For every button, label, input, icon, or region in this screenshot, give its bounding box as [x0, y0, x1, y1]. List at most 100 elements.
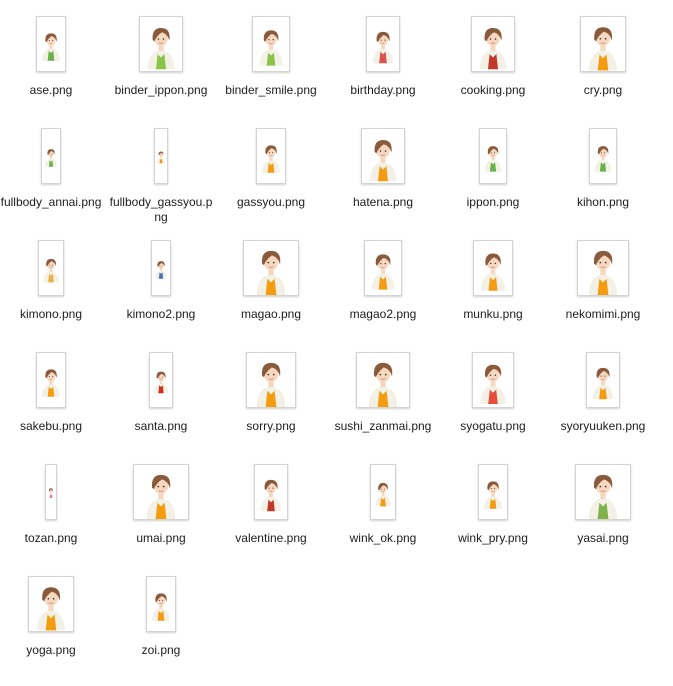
file-item[interactable]: gassyou.png	[215, 126, 327, 238]
woman-praying-icon[interactable]	[256, 128, 286, 184]
woman-kimono-gold-icon[interactable]	[38, 240, 64, 296]
file-item[interactable]: wink_ok.png	[327, 462, 439, 574]
file-item[interactable]: birthday.png	[327, 14, 439, 126]
file-name-label[interactable]: wink_ok.png	[331, 531, 435, 546]
woman-fullbody-praying-icon[interactable]	[154, 128, 168, 184]
file-name-label[interactable]: magao.png	[219, 307, 323, 322]
woman-santa-icon[interactable]	[149, 352, 173, 408]
file-item[interactable]: magao.png	[215, 238, 327, 350]
file-item[interactable]: munku.png	[437, 238, 549, 350]
woman-wink-pray-icon[interactable]	[478, 464, 508, 520]
woman-delicious-icon[interactable]	[133, 464, 189, 520]
thumbnail-container	[0, 126, 107, 186]
file-name-label[interactable]: magao2.png	[331, 307, 435, 322]
file-name-label[interactable]: hatena.png	[331, 195, 435, 210]
file-item[interactable]: hatena.png	[327, 126, 439, 238]
file-item[interactable]: sakebu.png	[0, 350, 107, 462]
file-name-label[interactable]: sakebu.png	[0, 419, 103, 434]
file-item[interactable]: kimono2.png	[105, 238, 217, 350]
file-name-label[interactable]: fullbody_gassyou.png	[109, 195, 213, 225]
file-item[interactable]: yoga.png	[0, 574, 107, 686]
file-item[interactable]: wink_pry.png	[437, 462, 549, 574]
file-name-label[interactable]: ippon.png	[441, 195, 545, 210]
file-name-label[interactable]: cooking.png	[441, 83, 545, 98]
file-item[interactable]: cooking.png	[437, 14, 549, 126]
file-name-label[interactable]: kihon.png	[551, 195, 655, 210]
file-item[interactable]: valentine.png	[215, 462, 327, 574]
file-name-label[interactable]: binder_ippon.png	[109, 83, 213, 98]
woman-basic-icon[interactable]	[589, 128, 617, 184]
woman-binder-pointing-icon[interactable]	[139, 16, 183, 72]
file-name-label[interactable]: yoga.png	[0, 643, 103, 658]
woman-shouting-icon[interactable]	[36, 352, 66, 408]
thumbnail-container	[547, 238, 659, 298]
file-name-label[interactable]: fullbody_annai.png	[0, 195, 103, 210]
woman-fullbody-guide-icon[interactable]	[41, 128, 61, 184]
woman-binder-smile-icon[interactable]	[252, 16, 290, 72]
file-item[interactable]: zoi.png	[105, 574, 217, 686]
file-item[interactable]: kihon.png	[547, 126, 659, 238]
woman-complaining-icon[interactable]	[473, 240, 513, 296]
woman-cooking-pot-icon[interactable]	[471, 16, 515, 72]
file-name-label[interactable]: gassyou.png	[219, 195, 323, 210]
file-item[interactable]: nekomimi.png	[547, 238, 659, 350]
file-item[interactable]: binder_ippon.png	[105, 14, 217, 126]
file-item[interactable]: santa.png	[105, 350, 217, 462]
woman-portrait-green-icon[interactable]	[36, 16, 66, 72]
file-name-label[interactable]: syoryuuken.png	[551, 419, 655, 434]
woman-new-year-icon[interactable]	[472, 352, 514, 408]
file-name-label[interactable]: santa.png	[109, 419, 213, 434]
woman-arms-wide-icon[interactable]	[356, 352, 410, 408]
file-name-label[interactable]: sorry.png	[219, 419, 323, 434]
file-name-label[interactable]: munku.png	[441, 307, 545, 322]
thumbnail-container	[0, 462, 107, 522]
file-name-label[interactable]: birthday.png	[331, 83, 435, 98]
file-name-label[interactable]: syogatu.png	[441, 419, 545, 434]
woman-vegetables-icon[interactable]	[575, 464, 631, 520]
woman-straight-face-2-icon[interactable]	[364, 240, 402, 296]
file-item[interactable]: ase.png	[0, 14, 107, 126]
file-item[interactable]: binder_smile.png	[215, 14, 327, 126]
woman-hiking-icon[interactable]	[45, 464, 57, 520]
file-name-label[interactable]: umai.png	[109, 531, 213, 546]
file-item[interactable]: umai.png	[105, 462, 217, 574]
file-item[interactable]: kimono.png	[0, 238, 107, 350]
file-name-label[interactable]: sushi_zanmai.png	[331, 419, 435, 434]
woman-cat-ears-icon[interactable]	[577, 240, 629, 296]
file-name-label[interactable]: zoi.png	[109, 643, 213, 658]
file-item[interactable]: syogatu.png	[437, 350, 549, 462]
file-name-label[interactable]: kimono.png	[0, 307, 103, 322]
file-name-label[interactable]: valentine.png	[219, 531, 323, 546]
woman-sorry-icon[interactable]	[246, 352, 296, 408]
file-name-label[interactable]: cry.png	[551, 83, 655, 98]
file-item[interactable]: cry.png	[547, 14, 659, 126]
woman-crying-icon[interactable]	[580, 16, 626, 72]
file-name-label[interactable]: kimono2.png	[109, 307, 213, 322]
file-name-label[interactable]: nekomimi.png	[551, 307, 655, 322]
file-name-label[interactable]: ase.png	[0, 83, 103, 98]
file-name-label[interactable]: wink_pry.png	[441, 531, 545, 546]
file-item[interactable]: fullbody_annai.png	[0, 126, 107, 238]
file-item[interactable]: ippon.png	[437, 126, 549, 238]
thumbnail-container	[437, 14, 549, 74]
file-item[interactable]: syoryuuken.png	[547, 350, 659, 462]
file-item[interactable]: sorry.png	[215, 350, 327, 462]
woman-question-icon[interactable]	[361, 128, 405, 184]
woman-valentine-icon[interactable]	[254, 464, 288, 520]
file-name-label[interactable]: yasai.png	[551, 531, 655, 546]
woman-uppercut-icon[interactable]	[586, 352, 620, 408]
woman-wink-ok-icon[interactable]	[370, 464, 396, 520]
woman-finger-up-icon[interactable]	[479, 128, 507, 184]
woman-straight-face-icon[interactable]	[243, 240, 299, 296]
file-item[interactable]: magao2.png	[327, 238, 439, 350]
woman-kimono-blue-icon[interactable]	[151, 240, 171, 296]
woman-birthday-cake-icon[interactable]	[366, 16, 400, 72]
woman-fist-icon[interactable]	[146, 576, 176, 632]
file-item[interactable]: tozan.png	[0, 462, 107, 574]
file-item[interactable]: fullbody_gassyou.png	[105, 126, 217, 238]
file-item[interactable]: sushi_zanmai.png	[327, 350, 439, 462]
woman-yoga-icon[interactable]	[28, 576, 74, 632]
file-name-label[interactable]: binder_smile.png	[219, 83, 323, 98]
file-item[interactable]: yasai.png	[547, 462, 659, 574]
file-name-label[interactable]: tozan.png	[0, 531, 103, 546]
